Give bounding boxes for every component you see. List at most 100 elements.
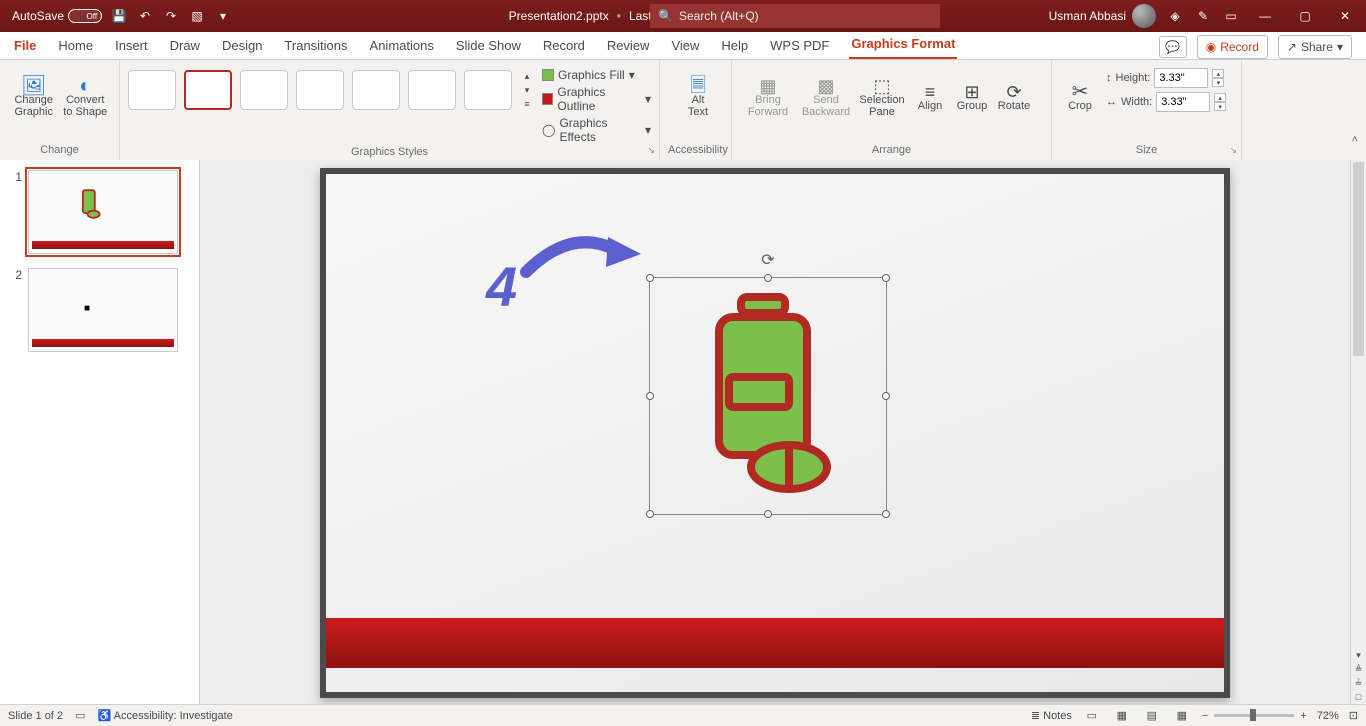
tab-help[interactable]: Help: [719, 34, 750, 59]
style-preset-4[interactable]: [296, 70, 344, 110]
reading-view-icon[interactable]: ▤: [1142, 708, 1162, 724]
zoom-slider[interactable]: − +: [1202, 710, 1307, 722]
slide[interactable]: 4 ⟳: [326, 174, 1224, 692]
tab-file[interactable]: File: [12, 34, 38, 59]
collapse-ribbon-icon[interactable]: ˄: [1352, 134, 1358, 146]
height-input[interactable]: [1154, 68, 1208, 88]
zoom-out-icon[interactable]: −: [1202, 710, 1208, 722]
size-dialog-launcher-icon[interactable]: ↘: [1229, 145, 1237, 156]
slideshow-view-icon[interactable]: ▦: [1172, 708, 1192, 724]
diamond-icon[interactable]: ◈: [1166, 7, 1184, 25]
style-row-down-icon[interactable]: ▾: [520, 84, 534, 96]
style-more-icon[interactable]: ≡: [520, 98, 534, 110]
change-graphic-button[interactable]: 🖼 Change Graphic: [8, 64, 60, 134]
style-preset-6[interactable]: [408, 70, 456, 110]
scroll-down-icon[interactable]: ▾: [1351, 648, 1366, 662]
zoom-value[interactable]: 72%: [1317, 710, 1339, 722]
fit-icon[interactable]: □: [1351, 690, 1366, 704]
selection-box[interactable]: ⟳: [649, 277, 887, 515]
next-slide-icon[interactable]: ≟: [1351, 676, 1366, 690]
style-preset-5[interactable]: [352, 70, 400, 110]
undo-icon[interactable]: ↶: [136, 7, 154, 25]
fit-to-window-icon[interactable]: ⊡: [1349, 709, 1358, 722]
minimize-button[interactable]: —: [1250, 4, 1280, 28]
vertical-scrollbar[interactable]: ▾ ≜ ≟ □: [1350, 160, 1366, 704]
handle-s[interactable]: [764, 510, 772, 518]
tab-animations[interactable]: Animations: [368, 34, 436, 59]
tab-review[interactable]: Review: [605, 34, 652, 59]
slide-thumbnail-2[interactable]: 2 ■: [0, 258, 199, 356]
style-preset-2[interactable]: [184, 70, 232, 110]
tab-insert[interactable]: Insert: [113, 34, 150, 59]
send-backward-button[interactable]: ▩ Send Backward: [798, 64, 854, 134]
tab-transitions[interactable]: Transitions: [282, 34, 349, 59]
handle-n[interactable]: [764, 274, 772, 282]
tab-slideshow[interactable]: Slide Show: [454, 34, 523, 59]
style-preset-7[interactable]: [464, 70, 512, 110]
autosave-control[interactable]: AutoSave Off: [12, 9, 102, 23]
qat-customize-icon[interactable]: ▾: [214, 7, 232, 25]
pen-icon[interactable]: ✎: [1194, 7, 1212, 25]
tab-record[interactable]: Record: [541, 34, 587, 59]
redo-icon[interactable]: ↷: [162, 7, 180, 25]
zoom-in-icon[interactable]: +: [1300, 710, 1306, 722]
zoom-track[interactable]: [1214, 714, 1294, 717]
sorter-view-icon[interactable]: ▦: [1112, 708, 1132, 724]
group-button[interactable]: ⊞ Group: [952, 64, 992, 134]
comments-button[interactable]: 💬: [1159, 36, 1187, 58]
handle-sw[interactable]: [646, 510, 654, 518]
width-spin-down[interactable]: ▾: [1214, 102, 1226, 111]
style-preset-3[interactable]: [240, 70, 288, 110]
notes-button[interactable]: ≣ Notes: [1031, 709, 1072, 722]
handle-se[interactable]: [882, 510, 890, 518]
medicine-graphic-icon[interactable]: [693, 291, 843, 501]
handle-nw[interactable]: [646, 274, 654, 282]
save-icon[interactable]: 💾: [110, 7, 128, 25]
maximize-button[interactable]: ▢: [1290, 4, 1320, 28]
close-button[interactable]: ✕: [1330, 4, 1360, 28]
autosave-toggle[interactable]: Off: [68, 9, 102, 23]
selection-pane-button[interactable]: ⬚ Selection Pane: [856, 64, 908, 134]
bring-forward-button[interactable]: ▦ Bring Forward: [740, 64, 796, 134]
tab-graphics-format[interactable]: Graphics Format: [849, 32, 957, 59]
style-row-up-icon[interactable]: ▴: [520, 70, 534, 82]
ribbon-display-icon[interactable]: ▭: [1222, 7, 1240, 25]
width-input[interactable]: [1156, 92, 1210, 112]
normal-view-icon[interactable]: ▭: [1082, 708, 1102, 724]
accessibility-status[interactable]: ♿ Accessibility: Investigate: [97, 709, 232, 722]
account-button[interactable]: Usman Abbasi: [1049, 4, 1156, 28]
share-button[interactable]: ↗Share▾: [1278, 35, 1352, 59]
slide-thumbnail-1[interactable]: 1: [0, 160, 199, 258]
scroll-thumb[interactable]: [1353, 162, 1364, 356]
tab-design[interactable]: Design: [220, 34, 264, 59]
align-button[interactable]: ≡ Align: [910, 64, 950, 134]
convert-to-shape-button[interactable]: ◐ Convert to Shape: [60, 64, 112, 134]
tab-wps-pdf[interactable]: WPS PDF: [768, 34, 831, 59]
height-spin-up[interactable]: ▴: [1212, 69, 1224, 78]
thumbnail-pane[interactable]: 1 2 ■: [0, 160, 200, 704]
slide-indicator[interactable]: Slide 1 of 2: [8, 710, 63, 722]
alt-text-button[interactable]: 🗏 Alt Text: [668, 64, 728, 134]
prev-slide-icon[interactable]: ≜: [1351, 662, 1366, 676]
handle-e[interactable]: [882, 392, 890, 400]
style-preset-1[interactable]: [128, 70, 176, 110]
crop-button[interactable]: ✂ Crop: [1060, 64, 1100, 134]
search-input[interactable]: 🔍 Search (Alt+Q): [650, 4, 940, 28]
graphics-effects-button[interactable]: ◯ Graphics Effects▾: [542, 116, 651, 144]
graphics-outline-button[interactable]: Graphics Outline▾: [542, 85, 651, 113]
handle-ne[interactable]: [882, 274, 890, 282]
handle-w[interactable]: [646, 392, 654, 400]
spell-check-icon[interactable]: ▭: [75, 709, 85, 722]
styles-dialog-launcher-icon[interactable]: ↘: [647, 145, 655, 156]
tab-draw[interactable]: Draw: [168, 34, 202, 59]
present-from-beginning-icon[interactable]: ▧: [188, 7, 206, 25]
width-spin-up[interactable]: ▴: [1214, 93, 1226, 102]
rotation-handle-icon[interactable]: ⟳: [761, 250, 774, 270]
height-spin-down[interactable]: ▾: [1212, 78, 1224, 87]
tab-home[interactable]: Home: [56, 34, 95, 59]
zoom-thumb[interactable]: [1250, 709, 1256, 721]
rotate-button[interactable]: ⟳ Rotate: [994, 64, 1034, 134]
graphics-fill-button[interactable]: Graphics Fill▾: [542, 68, 651, 82]
record-button[interactable]: ◉Record: [1197, 35, 1268, 59]
tab-view[interactable]: View: [669, 34, 701, 59]
